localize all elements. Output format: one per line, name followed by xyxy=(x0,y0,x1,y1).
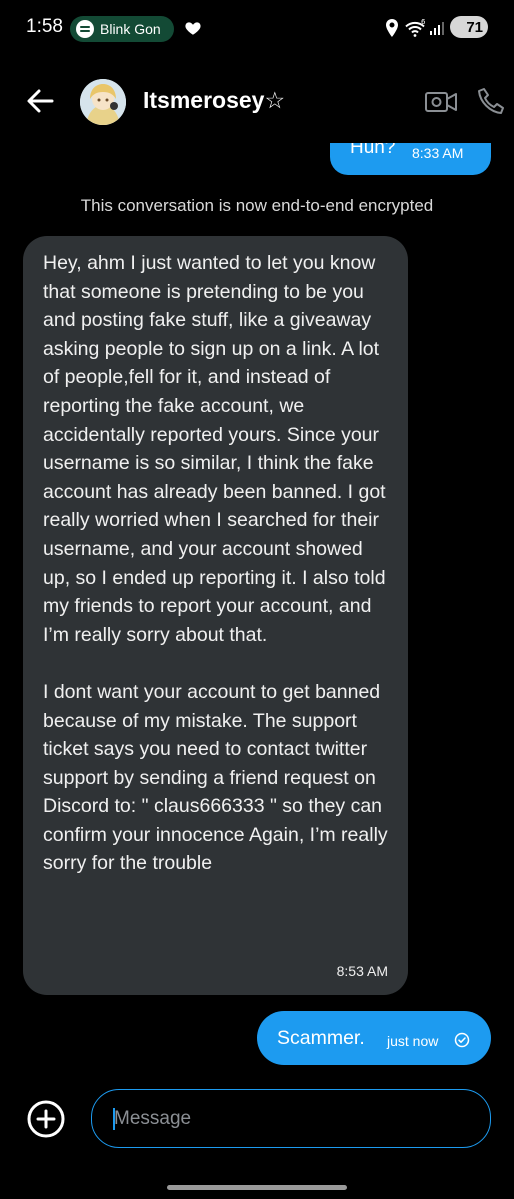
message-bubble-received[interactable]: Hey, ahm I just wanted to let you know t… xyxy=(23,236,408,995)
message-text: Huh? xyxy=(350,143,396,158)
status-time: 1:58 xyxy=(26,16,63,37)
avatar-image xyxy=(80,79,126,125)
contact-name[interactable]: Itsmerosey☆ xyxy=(143,87,285,114)
encryption-notice: This conversation is now end-to-end encr… xyxy=(80,196,434,215)
message-bubble-sent[interactable]: Scammer. just now xyxy=(257,1011,491,1065)
svg-text:6: 6 xyxy=(421,18,426,26)
add-circle-icon[interactable] xyxy=(26,1099,66,1139)
home-indicator[interactable] xyxy=(167,1185,347,1190)
wifi-icon: 6 xyxy=(405,18,426,37)
message-time: just now xyxy=(387,1033,439,1049)
back-arrow-icon[interactable] xyxy=(24,86,56,116)
check-circle-icon xyxy=(454,1032,470,1048)
media-pill[interactable]: Blink Gon xyxy=(70,16,174,42)
heart-icon xyxy=(185,22,201,35)
message-bubble-sent[interactable]: Huh? 8:33 AM xyxy=(330,143,491,175)
message-input[interactable] xyxy=(112,1090,476,1148)
video-call-icon[interactable] xyxy=(424,88,458,116)
battery-icon: 71 xyxy=(450,16,488,38)
message-time: 8:33 AM xyxy=(412,145,464,161)
message-text: Hey, ahm I just wanted to let you know t… xyxy=(43,252,388,875)
spotify-icon xyxy=(76,20,94,38)
text-caret xyxy=(113,1108,115,1130)
media-label: Blink Gon xyxy=(100,21,161,37)
avatar[interactable] xyxy=(80,79,126,125)
location-icon xyxy=(386,19,398,37)
message-composer[interactable] xyxy=(91,1089,491,1148)
message-text: Scammer. xyxy=(277,1027,365,1049)
battery-level: 71 xyxy=(466,18,483,36)
message-time: 8:53 AM xyxy=(336,963,388,979)
status-bar: 1:58 Blink Gon 6 71 xyxy=(0,0,514,56)
phone-icon[interactable] xyxy=(476,86,506,116)
signal-icon xyxy=(430,22,444,35)
conversation-header: Itsmerosey☆ xyxy=(0,70,514,136)
